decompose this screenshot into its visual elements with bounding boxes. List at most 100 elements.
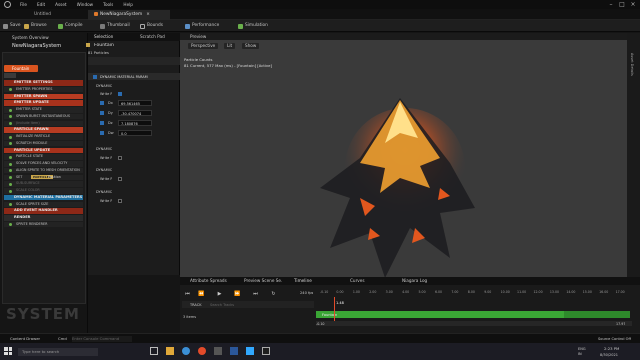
tab-preview[interactable]: Preview	[190, 34, 206, 40]
tab-untitled[interactable]: Untitled	[28, 10, 57, 20]
unreal-logo-icon[interactable]	[4, 1, 11, 8]
save-button[interactable]: Save	[3, 21, 21, 31]
tab-curves[interactable]: Curves	[350, 278, 365, 284]
stack-item[interactable]: INITIALIZE PARTICLE	[4, 134, 83, 140]
stack-item[interactable]: EMITTER SPAWN	[4, 93, 83, 99]
param-enable-checkbox[interactable]	[100, 101, 104, 105]
browse-button[interactable]: Browse	[24, 21, 47, 31]
cmd-label[interactable]: Cmd	[58, 336, 67, 342]
windows-start-icon[interactable]	[4, 347, 12, 355]
param-value-field[interactable]: 0.0	[118, 130, 152, 136]
photoshop-icon[interactable]	[246, 347, 254, 355]
stack-item[interactable]: EMITTER STATE	[4, 107, 83, 113]
loop-icon[interactable]: ↻	[270, 291, 277, 298]
write-param-3-checkbox[interactable]	[118, 177, 122, 181]
asset-details-tab[interactable]: Asset Details	[630, 53, 634, 76]
maximize-icon[interactable]: □	[617, 1, 627, 8]
add-track-button[interactable]: TRACK	[190, 302, 202, 308]
tab-selection[interactable]: Selection	[94, 34, 113, 40]
show-button[interactable]: Show	[242, 43, 260, 49]
stack-item[interactable]: ADD EVENT HANDLER	[4, 208, 83, 214]
param-enable-checkbox[interactable]	[100, 121, 104, 125]
bounds-button[interactable]: Bounds	[140, 21, 163, 31]
stack-item[interactable]: PARTICLE UPDATE	[4, 147, 83, 153]
group-dynamic-4[interactable]: DYNAMIC	[96, 189, 112, 195]
stack-item[interactable]: EMITTER PROPERTIES	[4, 86, 83, 93]
stack-item[interactable]: EMITTER SETTINGS	[4, 80, 83, 86]
param-value-field[interactable]: 7.180876	[118, 120, 152, 126]
edge-icon[interactable]	[182, 347, 190, 355]
group-dynamic-3[interactable]: DYNAMIC	[96, 167, 112, 173]
preview-viewport[interactable]: Preview Perspective Lit Show Particle Co…	[180, 33, 627, 278]
tab-timeline[interactable]: Timeline	[294, 278, 312, 284]
timeline-track-bar[interactable]: Fountain	[316, 311, 564, 318]
file-explorer-icon[interactable]	[166, 347, 174, 355]
tab-close-icon[interactable]: ×	[146, 12, 150, 17]
stack-item[interactable]: EMITTER UPDATE	[4, 100, 83, 106]
tab-preview-scene[interactable]: Preview Scene Se.	[244, 278, 282, 284]
group-dynamic-1[interactable]: DYNAMIC	[96, 83, 112, 89]
stack-item[interactable]: SPRITE RENDERER	[4, 221, 83, 228]
unreal-taskbar-icon[interactable]	[262, 347, 270, 355]
stack-item[interactable]: PARTICLE STATE	[4, 154, 83, 160]
performance-button[interactable]: Performance	[185, 21, 219, 31]
stack-item[interactable]: (include item)	[4, 120, 83, 126]
stack-item[interactable]: SPAWN BURST INSTANTANEOUS	[4, 113, 83, 120]
compile-button[interactable]: Compile	[58, 21, 83, 31]
skip-end-icon[interactable]: ⏭	[252, 291, 259, 298]
stack-item[interactable]: RENDER	[4, 215, 83, 221]
write-param-checkbox[interactable]	[118, 92, 122, 96]
stack-item[interactable]: PARTICLE SPAWN	[4, 127, 83, 133]
lit-button[interactable]: Lit	[224, 43, 236, 49]
simulation-button[interactable]: Simulation	[238, 21, 268, 31]
console-input[interactable]: Enter Console Command	[72, 336, 132, 342]
tab-niagara-log[interactable]: Niagara Log	[402, 278, 427, 284]
menu-tools[interactable]: Tools	[103, 2, 113, 8]
stack-item[interactable]: SCALE SPRITE SIZE	[4, 201, 83, 207]
menu-file[interactable]: File	[20, 2, 27, 8]
source-control-status[interactable]: Source Control Off	[598, 336, 631, 342]
write-param-2-checkbox[interactable]	[118, 156, 122, 160]
stack-item[interactable]: SCRATCH MODULE	[4, 140, 83, 147]
param-enable-checkbox[interactable]	[100, 111, 104, 115]
param-value-field[interactable]: -30.470074	[118, 110, 152, 116]
play-icon[interactable]: ▶	[216, 291, 223, 298]
skip-start-icon[interactable]: ⏮	[184, 291, 191, 298]
playhead[interactable]	[334, 297, 335, 321]
thumbnail-button[interactable]: Thumbnail	[100, 21, 130, 31]
stack-item[interactable]: SUB-SURFACE	[4, 181, 83, 187]
close-icon[interactable]: ×	[628, 1, 638, 8]
module-header[interactable]: DYNAMIC MATERIAL PARAM	[88, 73, 180, 80]
content-drawer-button[interactable]: Content Drawer	[10, 336, 40, 342]
step-forward-icon[interactable]: ⏩	[234, 291, 241, 298]
group-dynamic-2[interactable]: DYNAMIC	[96, 146, 112, 152]
stack-item[interactable]: ALIGN SPRITE TO MESH ORIENTATION	[4, 167, 83, 174]
param-enable-checkbox[interactable]	[100, 131, 104, 135]
menu-asset[interactable]: Asset	[55, 2, 66, 8]
stack-item[interactable]: DYNAMIC MATERIAL PARAMETERS	[4, 194, 83, 201]
perspective-button[interactable]: Perspective	[188, 43, 219, 49]
stack-item[interactable]: SOLVE FORCES AND VELOCITY	[4, 161, 83, 167]
param-value-field[interactable]: 69.561465	[118, 100, 152, 106]
task-view-icon[interactable]	[150, 347, 158, 355]
tab-attribute-spreads[interactable]: Attribute Spreads	[190, 278, 227, 284]
menu-window[interactable]: Window	[77, 2, 94, 8]
minimize-icon[interactable]: –	[606, 1, 616, 8]
emitter-header[interactable]: Fountain	[4, 65, 38, 72]
system-overview-tab[interactable]: System Overview	[12, 35, 49, 41]
write-param-4-checkbox[interactable]	[118, 199, 122, 203]
menu-help[interactable]: Help	[123, 2, 133, 8]
stack-item[interactable]: SCALE COLOR	[4, 188, 83, 194]
chrome-icon[interactable]	[198, 347, 206, 355]
range-bar[interactable]	[316, 321, 632, 326]
module-enabled-checkbox[interactable]	[93, 74, 97, 79]
track-search-input[interactable]: Search Tracks	[210, 302, 234, 308]
tab-scratch-pad[interactable]: Scratch Pad	[140, 34, 165, 40]
taskbar-search[interactable]: Type here to search	[18, 348, 98, 356]
timeline-ruler[interactable]: -0.10 0.00 1.00 2.00 3.00 4.00 5.00 6.00 7.00 8.0…	[320, 290, 632, 296]
tab-niagara-system[interactable]: NewNiagaraSystem ×	[88, 10, 170, 20]
app-icon-1[interactable]	[214, 347, 222, 355]
step-back-icon[interactable]: ⏪	[198, 291, 205, 298]
menu-edit[interactable]: Edit	[37, 2, 45, 8]
app-icon-2[interactable]	[230, 347, 238, 355]
